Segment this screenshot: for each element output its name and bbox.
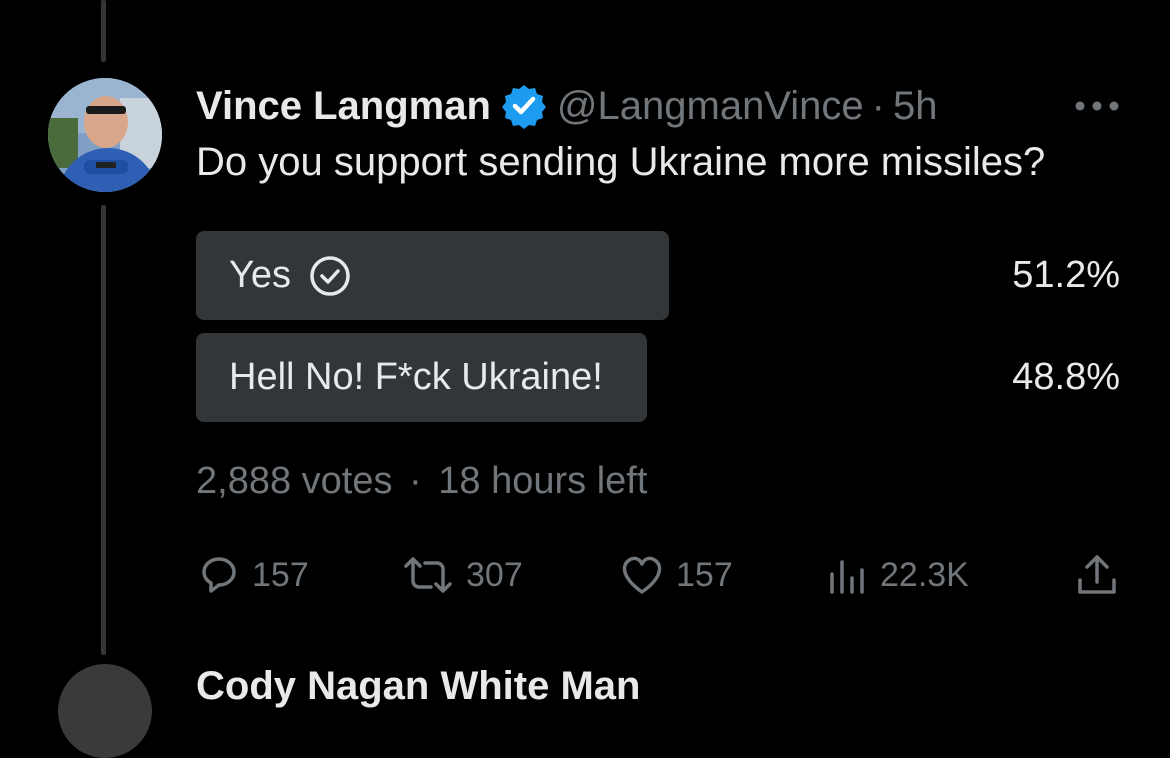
reply-icon	[202, 557, 236, 593]
repost-icon	[404, 557, 452, 593]
check-circle-icon	[310, 255, 350, 296]
like-button[interactable]: 157	[618, 548, 733, 602]
more-options-icon[interactable]	[1074, 96, 1120, 116]
verified-badge-icon[interactable]	[501, 83, 547, 129]
tweet-header: Vince Langman @LangmanVince · 5h	[196, 82, 937, 130]
heart-icon	[622, 556, 662, 594]
poll-time-left: 18 hours left	[438, 460, 648, 502]
poll-meta-separator: ·	[409, 460, 422, 502]
repost-count: 307	[466, 555, 523, 594]
tweet-text: Do you support sending Ukraine more miss…	[196, 140, 1046, 184]
views-count: 22.3K	[880, 555, 969, 594]
thread-line-bottom	[101, 205, 106, 655]
poll-votes: 2,888 votes	[196, 460, 393, 502]
author-name[interactable]: Vince Langman	[196, 84, 491, 129]
share-button[interactable]	[1074, 548, 1130, 602]
share-icon	[1078, 555, 1116, 594]
reply-icon[interactable]	[214, 0, 254, 6]
like-icon[interactable]	[636, 0, 746, 6]
tweet-actions: 157 307 157 22.3K	[196, 548, 1120, 602]
poll-meta: 2,888 votes · 18 hours left	[196, 460, 647, 503]
share-icon[interactable]	[1072, 0, 1116, 6]
avatar[interactable]	[48, 78, 162, 192]
poll-option-percent: 48.8%	[1012, 356, 1120, 398]
previous-tweet-actions	[196, 0, 1126, 8]
repost-icon[interactable]	[412, 0, 472, 6]
like-count: 157	[676, 555, 733, 594]
thread-line-top	[101, 0, 106, 62]
poll-option-label: Yes	[229, 254, 291, 296]
header-separator: ·	[871, 83, 885, 128]
repost-button[interactable]: 307	[400, 548, 523, 602]
poll-option: Yes 51.2%	[196, 231, 1120, 320]
avatar-image	[48, 78, 162, 192]
views-icon	[830, 560, 864, 594]
next-tweet-avatar[interactable]	[58, 664, 152, 758]
poll-option-percent: 51.2%	[1012, 254, 1120, 296]
next-tweet-author-name[interactable]: Cody Nagan White Man	[196, 664, 640, 709]
views-button[interactable]: 22.3K	[826, 548, 969, 602]
poll-option: Hell No! F*ck Ukraine! 48.8%	[196, 333, 1120, 422]
tweet-timestamp[interactable]: 5h	[893, 84, 938, 129]
views-icon[interactable]	[860, 0, 970, 6]
poll-option-label: Hell No! F*ck Ukraine!	[229, 356, 603, 398]
author-handle[interactable]: @LangmanVince	[557, 84, 864, 129]
reply-count: 157	[252, 555, 309, 594]
reply-button[interactable]: 157	[196, 548, 309, 602]
